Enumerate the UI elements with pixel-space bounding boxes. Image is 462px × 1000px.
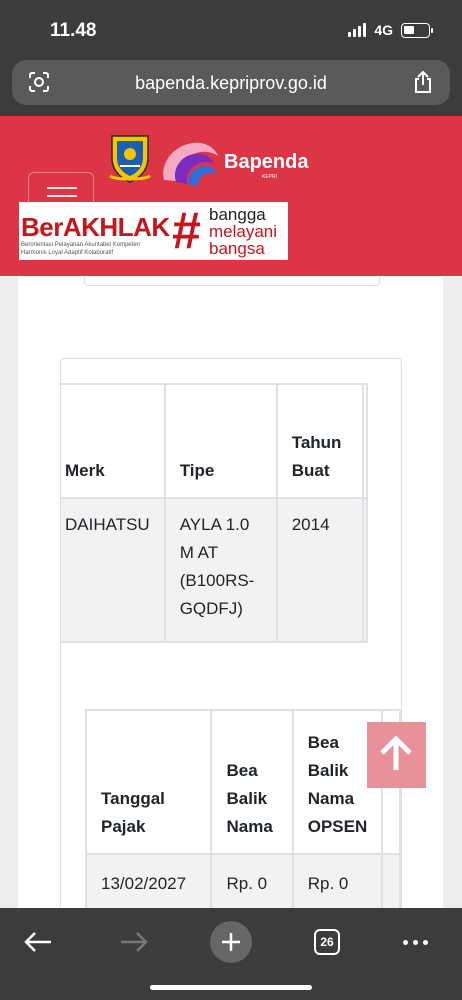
col-header-tipe: Tipe — [163, 383, 278, 499]
slogan-word-3: bangsa — [209, 239, 265, 258]
scroll-to-top-button[interactable] — [367, 722, 426, 788]
site-header: Bapenda KEPRI BerAKHLAK Berorientasi Pel… — [0, 116, 462, 276]
forward-button[interactable] — [114, 920, 154, 964]
battery-icon — [401, 22, 433, 38]
signal-icon — [348, 23, 367, 37]
more-icon — [402, 939, 428, 945]
table-row: DAIHATSU AYLA 1.0 M AT (B100RS-GQDFJ) 20… — [61, 497, 368, 643]
col-header-overflow — [361, 383, 368, 499]
berakhlak-banner: BerAKHLAK Berorientasi Pelayanan Akuntab… — [19, 202, 288, 260]
share-icon[interactable] — [412, 70, 434, 94]
banner-title: BerAKHLAK — [21, 212, 170, 242]
cell-tahun-buat: 2014 — [275, 497, 364, 643]
network-type: 4G — [374, 22, 393, 38]
table-header-row: Merk Tipe Tahun Buat — [61, 383, 368, 499]
cell-tipe: AYLA 1.0 M AT (B100RS-GQDFJ) — [163, 497, 278, 643]
banner-tagline-1: Berorientasi Pelayanan Akuntabel Kompete… — [21, 242, 141, 248]
province-emblem-logo — [109, 135, 151, 183]
cell-bea-balik-nama-opsen: Rp. 0 — [291, 853, 384, 908]
plus-icon — [210, 921, 252, 963]
slogan-word-1: bangga — [209, 205, 266, 224]
cell-bea-balik-nama: Rp. 0 — [210, 853, 294, 908]
status-bar: 11.48 4G — [0, 0, 462, 58]
clock: 11.48 — [50, 20, 97, 41]
new-tab-button[interactable] — [209, 920, 253, 964]
col-header-tanggal-pajak: Tanggal Pajak — [84, 709, 213, 855]
address-bar[interactable]: bapenda.kepriprov.go.id — [12, 60, 450, 105]
arrow-up-icon — [380, 736, 412, 770]
cell-overflow — [381, 853, 401, 908]
browser-toolbar: bapenda.kepriprov.go.id — [0, 58, 462, 116]
col-header-tahun-buat: Tahun Buat — [275, 383, 364, 499]
col-header-bea-balik-nama: Bea Balik Nama — [210, 709, 294, 855]
svg-text:KEPRI: KEPRI — [262, 174, 277, 180]
svg-text:Bapenda: Bapenda — [224, 151, 309, 173]
table-row: 13/02/2027 Rp. 0 Rp. 0 — [84, 853, 401, 908]
tab-count: 26 — [314, 929, 340, 955]
previous-card — [84, 276, 380, 286]
cell-tanggal-pajak: 13/02/2027 — [84, 853, 213, 908]
main-content: Merk Tipe Tahun Buat DAIHATSU AYLA 1.0 M… — [0, 276, 462, 908]
banner-slogan: bangga melayani bangsa — [209, 206, 277, 257]
more-menu-button[interactable] — [398, 920, 432, 964]
tax-table: Tanggal Pajak Bea Balik Nama Bea Balik N… — [84, 709, 401, 908]
col-header-merk: Merk — [61, 383, 166, 499]
back-button[interactable] — [18, 920, 58, 964]
cell-merk: DAIHATSU — [61, 497, 166, 643]
banner-tagline-2: Harmonis Loyal Adaptif Kolaboratif — [21, 250, 114, 256]
table-header-row: Tanggal Pajak Bea Balik Nama Bea Balik N… — [84, 709, 401, 855]
arrow-left-icon — [24, 932, 51, 952]
home-indicator — [150, 985, 312, 990]
browser-bottom-bar: 26 — [0, 908, 462, 1000]
bapenda-logo: Bapenda KEPRI — [163, 142, 309, 186]
vehicle-table: Merk Tipe Tahun Buat DAIHATSU AYLA 1.0 M… — [61, 383, 368, 643]
cell-overflow — [361, 497, 368, 643]
page-container: Merk Tipe Tahun Buat DAIHATSU AYLA 1.0 M… — [18, 276, 443, 908]
arrow-right-icon — [121, 932, 148, 952]
url-text[interactable]: bapenda.kepriprov.go.id — [12, 73, 450, 94]
hashtag-icon: # — [172, 202, 201, 260]
vehicle-info-card: Merk Tipe Tahun Buat DAIHATSU AYLA 1.0 M… — [60, 358, 402, 908]
tab-switcher-button[interactable]: 26 — [312, 920, 342, 964]
slogan-word-2: melayani — [209, 222, 278, 241]
